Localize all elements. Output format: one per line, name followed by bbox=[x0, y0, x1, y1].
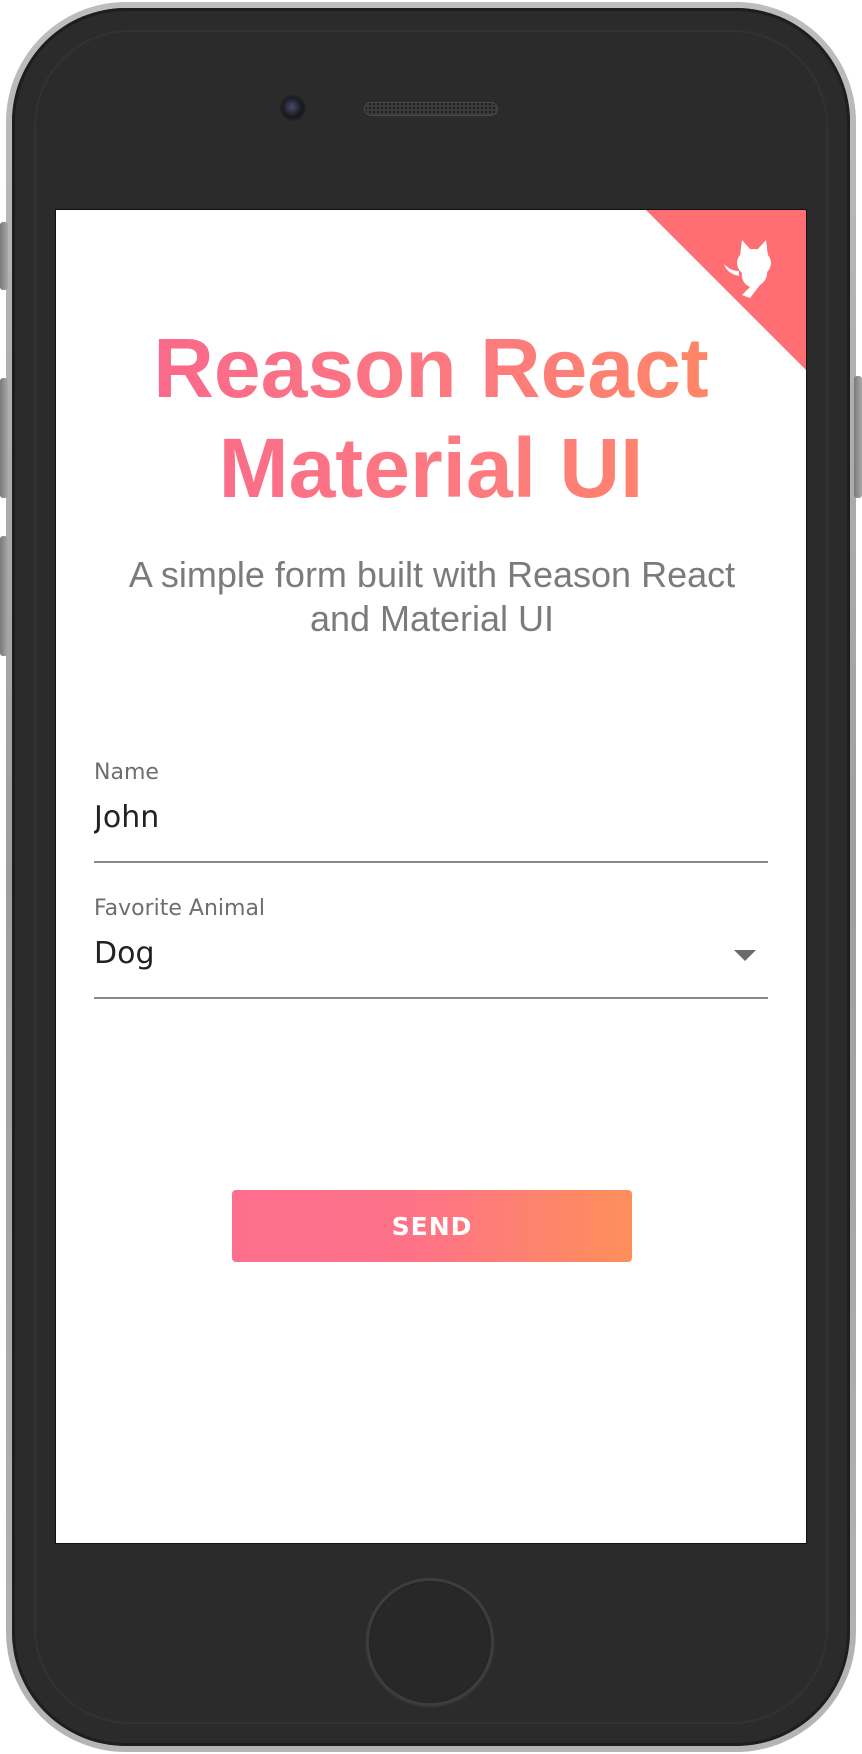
favorite-animal-field[interactable]: Favorite Animal Dog bbox=[94, 896, 768, 999]
page-title: Reason React Material UI bbox=[56, 318, 806, 518]
page-subtitle: A simple form built with Reason React an… bbox=[128, 554, 736, 639]
title-line-1: Reason React bbox=[153, 321, 709, 415]
home-button bbox=[366, 1578, 494, 1706]
earpiece-speaker bbox=[364, 102, 498, 116]
dropdown-arrow-icon[interactable] bbox=[734, 950, 756, 961]
app-screen: Reason React Material UI A simple form b… bbox=[55, 209, 807, 1544]
volume-down-button bbox=[0, 536, 8, 656]
name-input[interactable] bbox=[94, 798, 768, 838]
mute-switch bbox=[0, 222, 8, 290]
send-button[interactable]: SEND bbox=[232, 1190, 632, 1262]
front-camera bbox=[282, 97, 304, 119]
favorite-animal-underline bbox=[94, 997, 768, 999]
name-underline bbox=[94, 861, 768, 863]
favorite-animal-label: Favorite Animal bbox=[94, 896, 266, 921]
title-line-2: Material UI bbox=[218, 421, 644, 515]
power-button bbox=[854, 376, 862, 498]
name-label: Name bbox=[94, 760, 159, 785]
volume-up-button bbox=[0, 378, 8, 498]
name-field[interactable]: Name bbox=[94, 760, 768, 863]
favorite-animal-select[interactable]: Dog bbox=[94, 934, 768, 974]
